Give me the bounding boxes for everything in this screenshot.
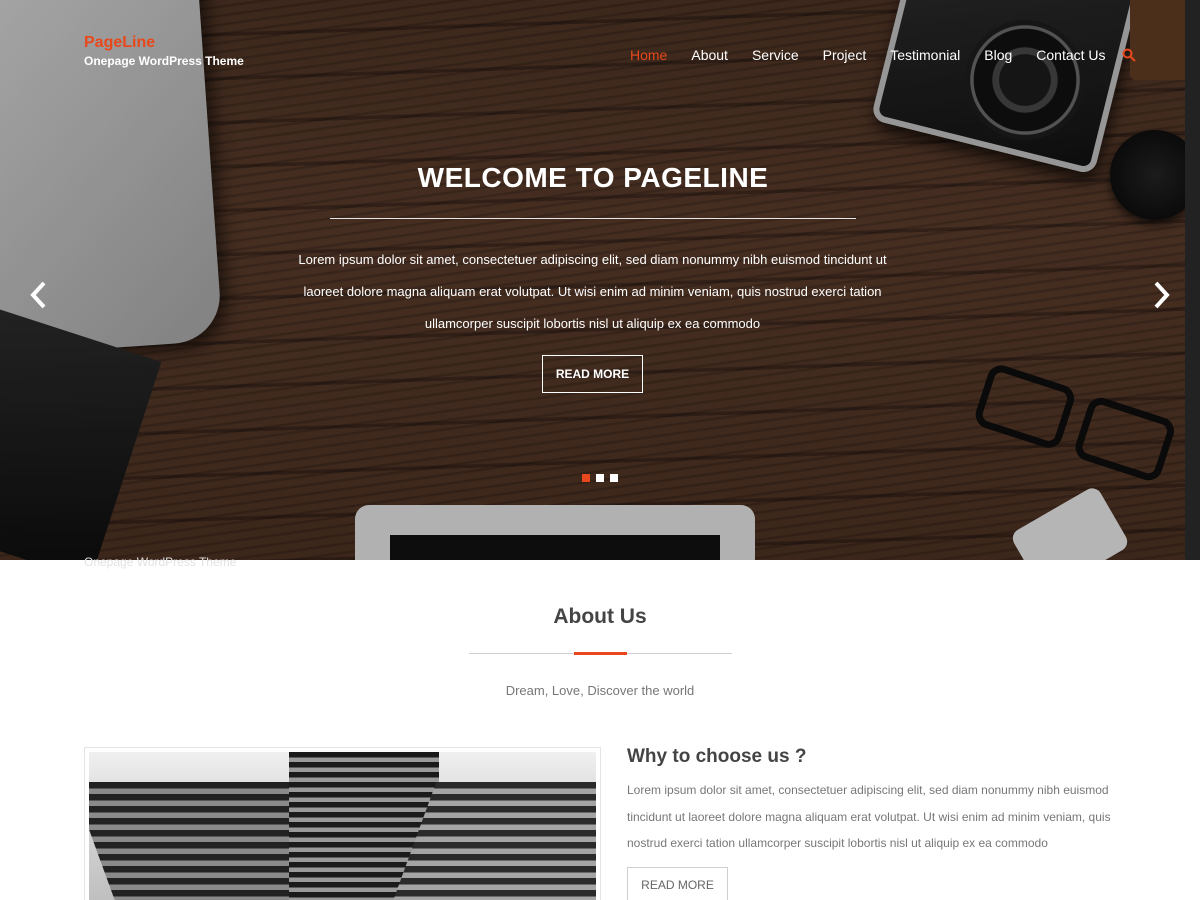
site-title[interactable]: PageLine: [84, 34, 244, 52]
nav-item-about[interactable]: About: [691, 47, 728, 63]
slider-dot-3[interactable]: [610, 474, 618, 482]
about-title: About Us: [553, 605, 647, 628]
ghost-tagline: Onepage WordPress Theme: [84, 555, 237, 569]
slide-divider: [330, 218, 856, 219]
main-nav: Home About Service Project Testimonial B…: [630, 47, 1136, 63]
nav-item-home[interactable]: Home: [630, 47, 667, 63]
site-brand[interactable]: PageLine Onepage WordPress Theme: [84, 34, 244, 68]
about-divider-accent: [574, 652, 627, 655]
search-icon[interactable]: [1122, 48, 1136, 62]
nav-item-blog[interactable]: Blog: [984, 47, 1012, 63]
nav-item-project[interactable]: Project: [823, 47, 867, 63]
why-choose-title: Why to choose us ?: [627, 746, 807, 767]
slide-read-more-button[interactable]: READ MORE: [542, 355, 643, 393]
slider-pagination: [582, 474, 624, 482]
site-tagline: Onepage WordPress Theme: [84, 54, 244, 68]
nav-item-service[interactable]: Service: [752, 47, 799, 63]
slide-text: Lorem ipsum dolor sit amet, consectetuer…: [298, 252, 887, 331]
about-read-more-button[interactable]: READ MORE: [627, 867, 728, 900]
about-subtitle: Dream, Love, Discover the world: [505, 683, 695, 698]
slider-dot-1[interactable]: [582, 474, 590, 482]
hero-slider: PageLine Onepage WordPress Theme Home Ab…: [0, 0, 1200, 560]
nav-item-contact[interactable]: Contact Us: [1036, 47, 1105, 63]
about-image: [84, 747, 601, 900]
nav-item-testimonial[interactable]: Testimonial: [890, 47, 960, 63]
chevron-right-icon[interactable]: [1146, 278, 1176, 312]
slide-title: WELCOME TO PAGELINE: [417, 162, 769, 193]
chevron-left-icon[interactable]: [24, 278, 54, 312]
why-choose-text: Lorem ipsum dolor sit amet, consectetuer…: [627, 783, 1111, 850]
slider-dot-2[interactable]: [596, 474, 604, 482]
